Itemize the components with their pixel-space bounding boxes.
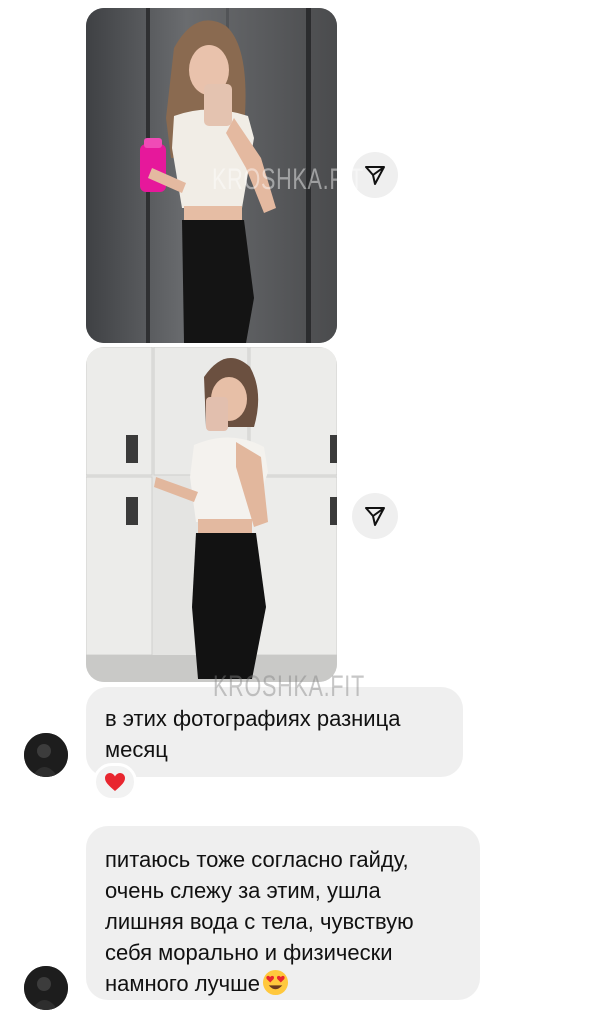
sender-avatar[interactable] (24, 966, 68, 1010)
message-line-last: намного лучше (105, 968, 460, 999)
avatar-image (24, 733, 68, 777)
watermark: KROSHKA.FIT (212, 163, 364, 196)
message-line: в этих фотографиях разница (105, 706, 401, 731)
avatar-image (24, 966, 68, 1010)
sender-avatar[interactable] (24, 733, 68, 777)
message-line: намного лучше (105, 971, 260, 996)
watermark: KROSHKA.FIT (213, 670, 365, 703)
message-line: месяц (105, 737, 168, 762)
message-line: лишняя вода с тела, чувствую (105, 909, 414, 934)
message-reaction[interactable] (93, 763, 137, 801)
sent-photo-2[interactable] (86, 347, 337, 682)
share-button[interactable] (352, 493, 398, 539)
message-bubble[interactable]: питаюсь тоже согласно гайду, очень слежу… (86, 826, 480, 1000)
photo-2-image (86, 347, 337, 682)
heart-emoji-icon (105, 773, 125, 791)
heart-eyes-emoji-icon (262, 969, 289, 996)
send-arrow-icon (365, 166, 385, 185)
message-line: питаюсь тоже согласно гайду, (105, 847, 409, 872)
message-line: себя морально и физически (105, 940, 393, 965)
message-line: очень слежу за этим, ушла (105, 878, 381, 903)
send-arrow-icon (365, 507, 385, 526)
